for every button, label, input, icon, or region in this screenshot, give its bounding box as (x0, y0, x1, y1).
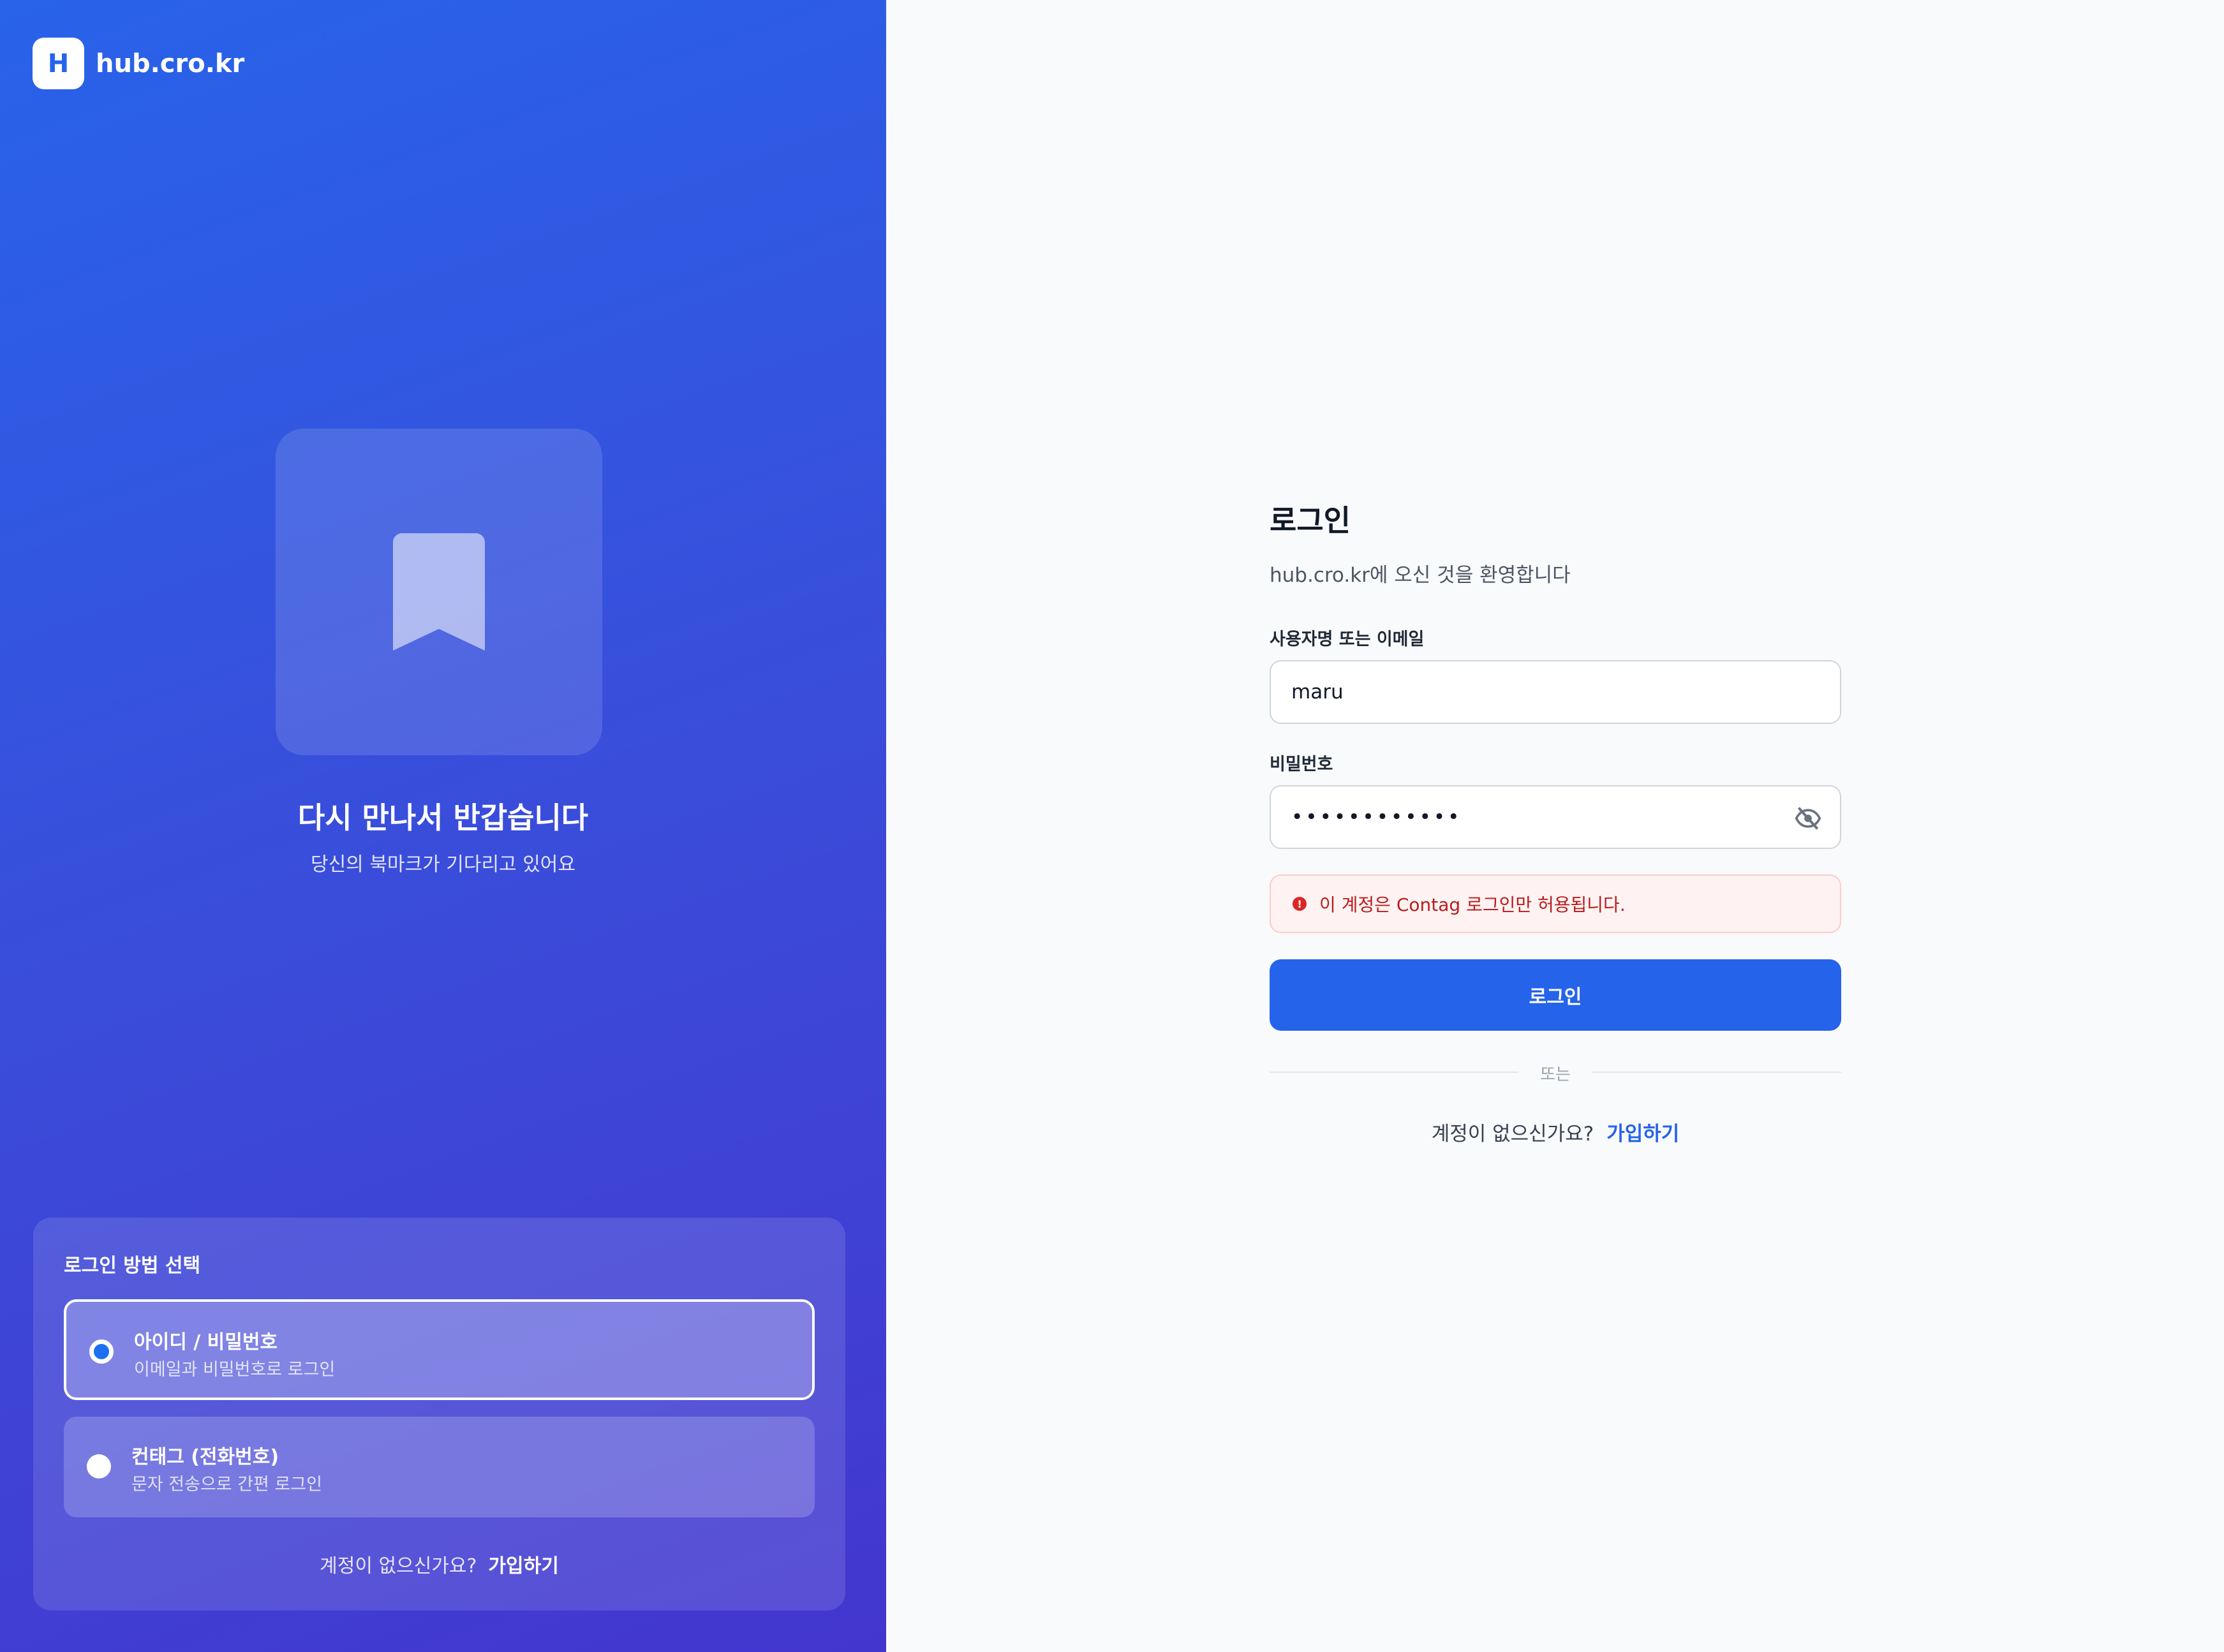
method-signup-link[interactable]: 가입하기 (488, 1555, 558, 1577)
option-title: 아이디 / 비밀번호 (134, 1331, 278, 1353)
option-desc: 이메일과 비밀번호로 로그인 (134, 1360, 336, 1380)
login-button[interactable]: 로그인 (1270, 959, 1841, 1031)
hero-subtitle: 당신의 북마크가 기다리고 있어요 (310, 853, 575, 876)
username-label: 사용자명 또는 이메일 (1270, 630, 1425, 649)
login-form: 로그인 hub.cro.kr에 오신 것을 환영합니다 사용자명 또는 이메일 … (1270, 498, 1841, 1146)
error-icon: ! (1293, 897, 1307, 911)
brand-name: hub.cro.kr (96, 48, 245, 78)
brand[interactable]: H hub.cro.kr (33, 38, 244, 89)
option-desc: 문자 전송으로 간편 로그인 (131, 1475, 322, 1494)
login-method-title: 로그인 방법 선택 (64, 1255, 201, 1277)
hero-title: 다시 만나서 반갑습니다 (297, 800, 589, 835)
password-input[interactable]: •••••••••••• (1270, 785, 1841, 849)
error-message: 이 계정은 Contag 로그인만 허용됩니다. (1319, 894, 1626, 915)
divider-text: 또는 (1540, 1065, 1571, 1084)
bookmark-icon (393, 533, 485, 651)
method-option-contag[interactable]: 컨태그 (전화번호) 문자 전송으로 간편 로그인 (64, 1417, 815, 1517)
username-input[interactable]: maru (1270, 660, 1841, 724)
right-panel: 로그인 hub.cro.kr에 오신 것을 환영합니다 사용자명 또는 이메일 … (886, 0, 2224, 1652)
signup-link[interactable]: 가입하기 (1606, 1123, 1679, 1146)
option-title: 컨태그 (전화번호) (131, 1446, 279, 1468)
password-label: 비밀번호 (1270, 755, 1333, 774)
page-title: 로그인 (1270, 503, 1351, 538)
radio-unselected[interactable] (87, 1454, 111, 1479)
divider: 또는 (1270, 1059, 1841, 1084)
password-value: •••••••••••• (1291, 806, 1462, 829)
error-alert: ! 이 계정은 Contag 로그인만 허용됩니다. (1270, 874, 1841, 933)
signup-text: 계정이 없으신가요? (1431, 1123, 1594, 1146)
eye-off-icon[interactable] (1794, 804, 1822, 832)
divider-line (1592, 1072, 1841, 1073)
login-method-box: 로그인 방법 선택 아이디 / 비밀번호 이메일과 비밀번호로 로그인 컨태그 … (33, 1218, 845, 1611)
radio-selected[interactable] (89, 1339, 114, 1364)
hero-card (276, 429, 602, 755)
brand-logo: H (33, 38, 84, 89)
method-footer: 계정이 없으신가요? 가입하기 (33, 1550, 845, 1578)
signup-prompt: 계정이 없으신가요? 가입하기 (1270, 1117, 1841, 1146)
method-footer-text: 계정이 없으신가요? (320, 1555, 477, 1577)
left-panel: H hub.cro.kr 다시 만나서 반갑습니다 당신의 북마크가 기다리고 … (0, 0, 886, 1652)
page-subtitle: hub.cro.kr에 오신 것을 환영합니다 (1270, 564, 1571, 587)
method-option-password[interactable]: 아이디 / 비밀번호 이메일과 비밀번호로 로그인 (64, 1299, 815, 1400)
